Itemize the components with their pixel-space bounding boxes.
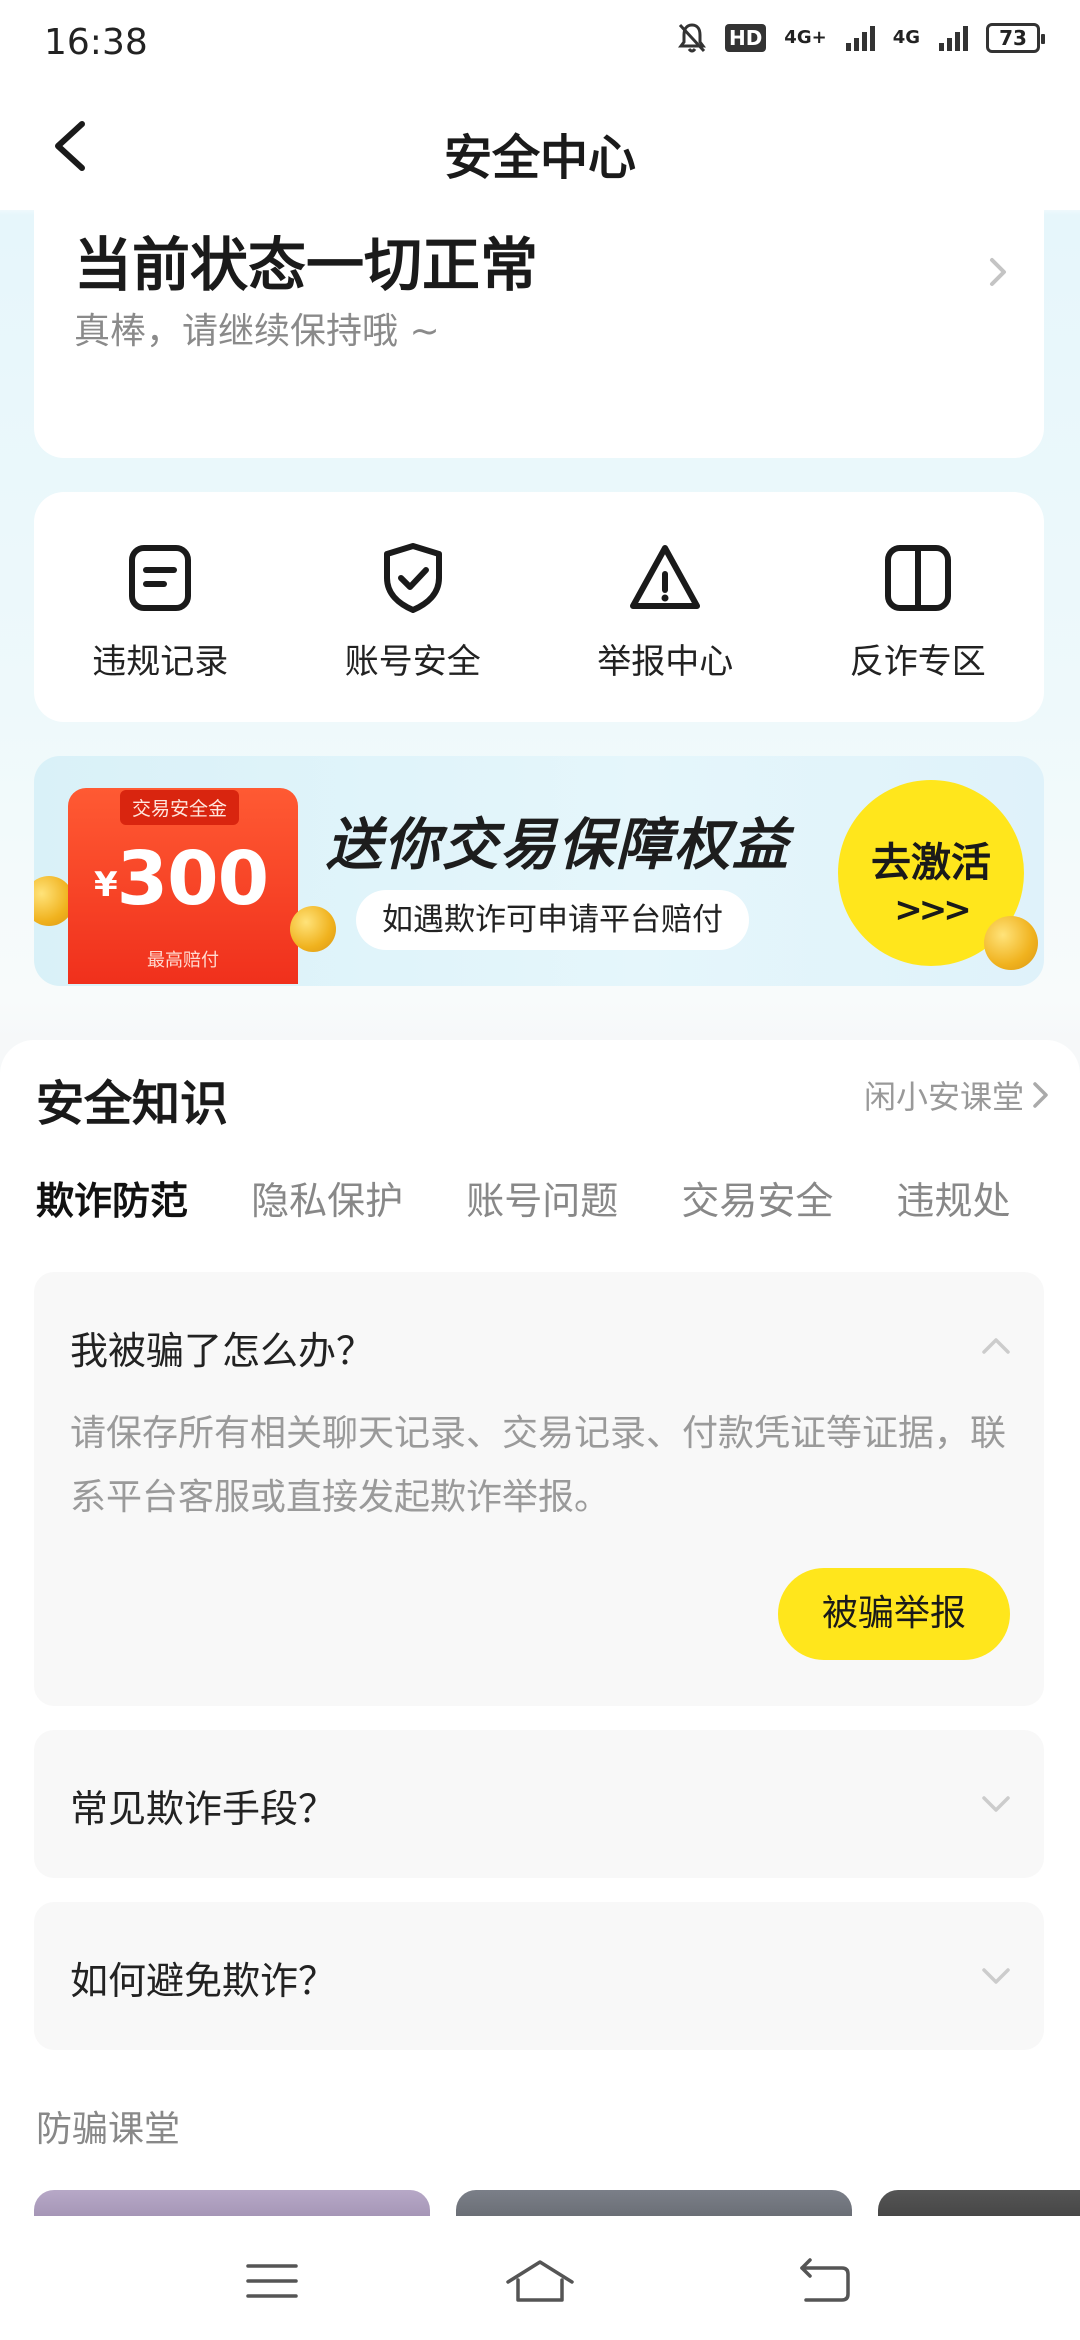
- activate-label: 去激活: [871, 840, 991, 886]
- signal-icon-2: [939, 26, 968, 51]
- coin-decoration: [290, 906, 336, 952]
- page-title: 安全中心: [443, 130, 636, 186]
- quick-action-account-security[interactable]: 账号安全: [287, 492, 540, 722]
- faq-question: 如何避免欺诈？: [70, 1959, 337, 2003]
- tab-trade-safety[interactable]: 交易安全: [681, 1170, 833, 1225]
- network-4g: 4G: [892, 27, 920, 48]
- tab-fraud-prevention[interactable]: 欺诈防范: [36, 1170, 189, 1225]
- shield-check-icon: [383, 543, 442, 613]
- status-bar: 16:38 HD 4G+ 4G 73: [0, 0, 1080, 84]
- status-subtitle: 真棒，请继续保持哦 ~: [74, 311, 440, 352]
- status-icons: HD 4G+ 4G 73: [677, 22, 1045, 54]
- voucher-amount: ¥300: [94, 836, 269, 922]
- trade-protection-banner[interactable]: 交易安全金 ¥300 最高赔付 送你交易保障权益 如遇欺诈可申请平台赔付 去激活…: [34, 756, 1044, 986]
- home-icon[interactable]: [504, 2256, 576, 2306]
- voucher-note: 最高赔付: [147, 950, 219, 971]
- book-icon: [884, 545, 951, 611]
- tab-account-issues[interactable]: 账号问题: [466, 1170, 618, 1225]
- voucher-card: 交易安全金 ¥300 最高赔付: [68, 788, 298, 984]
- quick-action-label: 违规记录: [92, 642, 229, 682]
- security-status-card[interactable]: 当前状态一切正常 真棒，请继续保持哦 ~: [34, 190, 1044, 458]
- faq-item[interactable]: 如何避免欺诈？: [34, 1902, 1044, 2050]
- class-section-title: 防骗课堂: [36, 2109, 181, 2150]
- faq-question: 我被骗了怎么办？: [70, 1329, 375, 1373]
- quick-action-report-center[interactable]: 举报中心: [539, 492, 792, 722]
- chevron-up-icon: [982, 1338, 1010, 1354]
- menu-icon[interactable]: [244, 2256, 300, 2306]
- system-navigation-bar: [0, 2216, 1080, 2340]
- promo-subline: 如遇欺诈可申请平台赔付: [356, 890, 749, 950]
- chevron-down-icon: [982, 1796, 1010, 1812]
- quick-action-label: 举报中心: [597, 642, 734, 682]
- tab-privacy[interactable]: 隐私保护: [251, 1170, 403, 1225]
- hd-badge: HD: [724, 24, 767, 52]
- quick-action-label: 账号安全: [344, 642, 481, 682]
- quick-actions: 违规记录 账号安全 举报中心 反诈专区: [34, 492, 1044, 722]
- fraud-report-button[interactable]: 被骗举报: [778, 1568, 1010, 1660]
- warning-icon: [630, 545, 701, 609]
- quick-action-anti-fraud[interactable]: 反诈专区: [792, 492, 1045, 722]
- class-link-label: 闲小安课堂: [863, 1078, 1024, 1116]
- tab-violations[interactable]: 违规处: [896, 1170, 1010, 1225]
- voucher-tag: 交易安全金: [120, 790, 240, 825]
- quick-action-violation-records[interactable]: 违规记录: [34, 492, 287, 722]
- faq-item-expanded[interactable]: 我被骗了怎么办？ 请保存所有相关聊天记录、交易记录、付款凭证等证据，联系平台客服…: [34, 1272, 1044, 1706]
- faq-question: 常见欺诈手段？: [70, 1787, 337, 1831]
- faq-item[interactable]: 常见欺诈手段？: [34, 1730, 1044, 1878]
- mute-bell-icon: [677, 23, 706, 53]
- document-icon: [129, 545, 192, 611]
- chevron-down-icon: [982, 1968, 1010, 1984]
- signal-icon: [845, 26, 875, 51]
- chevron-right-icon: [1033, 1082, 1048, 1108]
- network-4g-plus: 4G+: [784, 27, 827, 48]
- section-title: 安全知识: [36, 1076, 229, 1132]
- back-icon[interactable]: [796, 2256, 852, 2306]
- status-title: 当前状态一切正常: [74, 231, 539, 299]
- quick-action-label: 反诈专区: [849, 642, 986, 682]
- faq-answer: 请保存所有相关聊天记录、交易记录、付款凭证等证据，联系平台客服或直接发起欺诈举报…: [70, 1413, 1007, 1518]
- status-time: 16:38: [44, 21, 148, 63]
- chevron-right-icon: [990, 258, 1006, 286]
- promo-headline: 送你交易保障权益: [326, 813, 790, 878]
- coin-decoration: [984, 916, 1038, 970]
- class-link[interactable]: 闲小安课堂: [864, 1072, 1052, 1118]
- battery-icon: 73: [986, 23, 1045, 53]
- knowledge-tabs: 欺诈防范 隐私保护 账号问题 交易安全 违规处: [36, 1170, 1080, 1240]
